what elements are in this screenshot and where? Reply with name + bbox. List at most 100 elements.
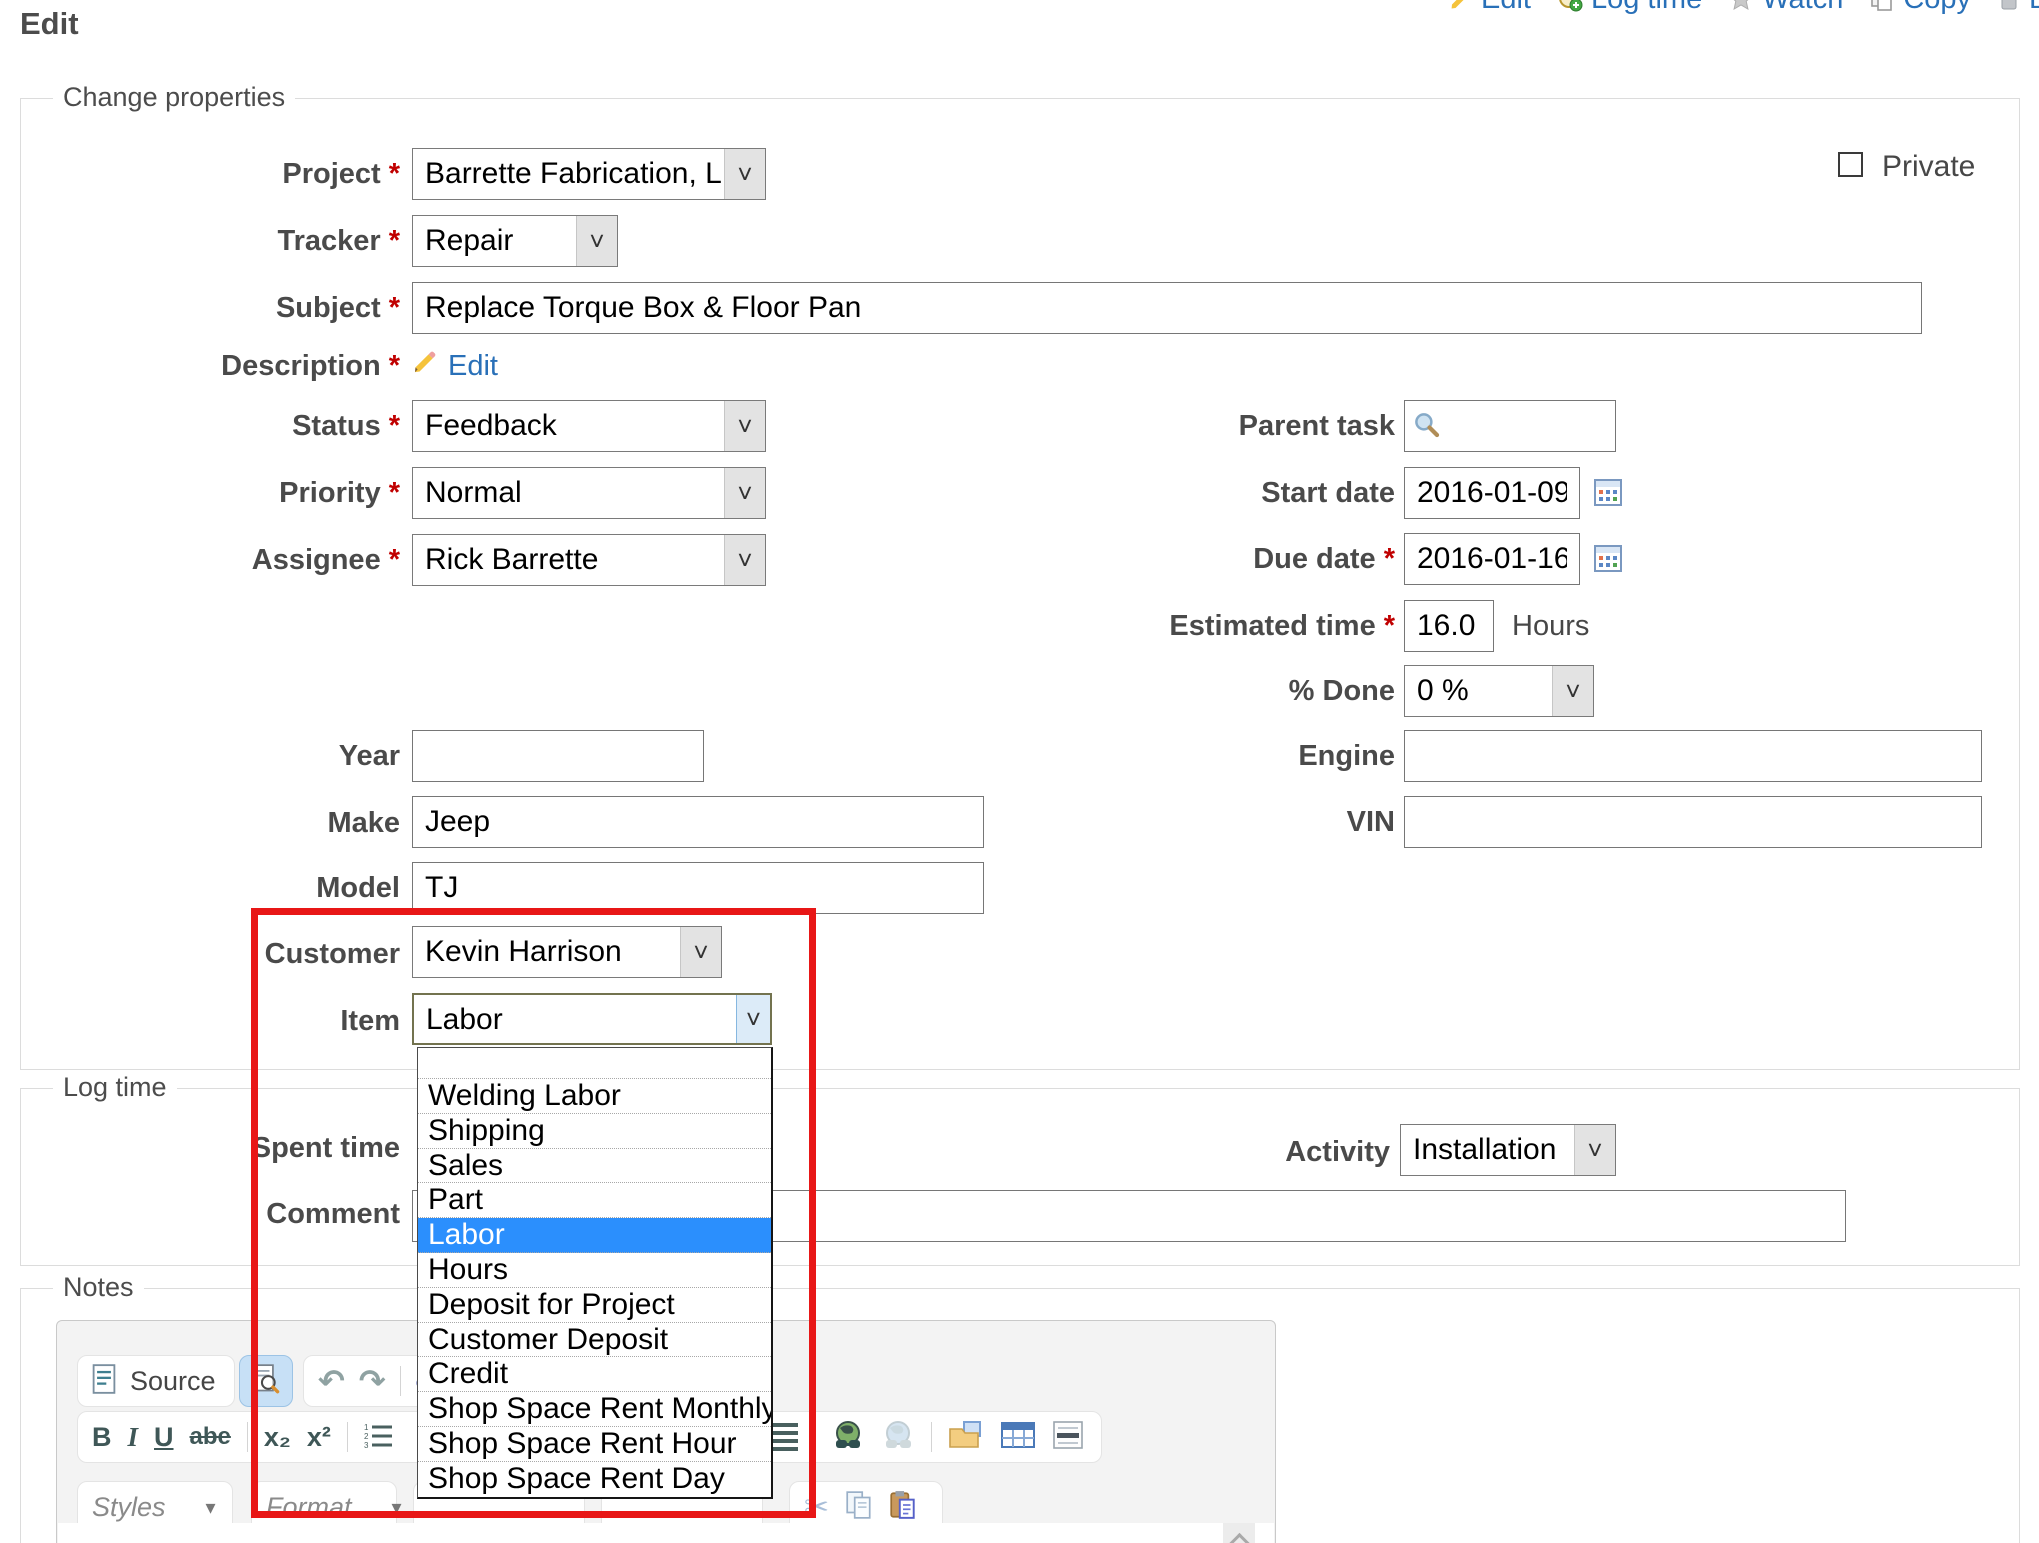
project-label: Project*	[20, 158, 400, 191]
edit-action-link[interactable]: Edit	[1449, 0, 1531, 16]
vin-input[interactable]	[1404, 796, 1982, 848]
copy-pale-icon[interactable]	[845, 1490, 873, 1525]
unlink-icon[interactable]	[881, 1420, 915, 1455]
estimated-time-input[interactable]	[1404, 600, 1494, 652]
dropdown-option[interactable]: Hours	[418, 1253, 771, 1288]
trash-icon	[1997, 0, 2021, 12]
toolbar-divider	[400, 1366, 401, 1396]
percent-done-label: % Done	[995, 675, 1395, 708]
dropdown-option[interactable]: Welding Labor	[418, 1079, 771, 1114]
copy-action-link[interactable]: Copy	[1869, 0, 1971, 16]
numbered-list-icon[interactable]: 123	[364, 1422, 394, 1453]
delete-action-link[interactable]: Delete	[1997, 0, 2039, 16]
subject-label: Subject*	[20, 292, 400, 325]
start-date-input[interactable]	[1404, 467, 1580, 519]
spent-time-label: Spent time	[20, 1132, 400, 1165]
chevron-down-icon: ˅	[724, 468, 765, 518]
estimated-time-suffix: Hours	[1512, 610, 1589, 643]
engine-label: Engine	[995, 740, 1395, 773]
editor-content-area[interactable]	[58, 1523, 1274, 1543]
description-label: Description*	[20, 350, 400, 383]
customer-select[interactable]: Kevin Harrison ˅	[412, 926, 722, 978]
document-preview-button[interactable]	[239, 1355, 293, 1407]
toolbar-divider	[347, 1422, 348, 1452]
bold-button[interactable]: B	[92, 1424, 112, 1451]
make-input[interactable]	[412, 796, 984, 848]
redo-icon[interactable]: ↷	[359, 1365, 386, 1397]
dropdown-option-selected[interactable]: Labor	[418, 1218, 771, 1253]
watch-action-link[interactable]: Watch	[1728, 0, 1843, 16]
item-label: Item	[20, 1005, 400, 1038]
start-date-label: Start date	[995, 477, 1395, 510]
chevron-down-icon: ˅	[680, 927, 721, 977]
dropdown-option[interactable]	[418, 1048, 771, 1079]
dropdown-option[interactable]: Shop Space Rent Hour	[418, 1427, 771, 1462]
dropdown-option[interactable]: Shop Space Rent Monthly	[418, 1392, 771, 1427]
toolbar-collapse-button[interactable]	[1223, 1523, 1255, 1543]
item-select[interactable]: Labor ˅	[412, 993, 772, 1045]
underline-button[interactable]: U	[154, 1424, 174, 1451]
status-select[interactable]: Feedback ˅	[412, 400, 766, 452]
issue-edit-page: Edit Log time Watch Copy Delete	[0, 0, 2039, 1543]
year-input[interactable]	[412, 730, 704, 782]
document-magnifier-icon	[252, 1364, 280, 1399]
engine-input[interactable]	[1404, 730, 1982, 782]
private-checkbox[interactable]	[1838, 152, 1863, 177]
change-properties-legend: Change properties	[53, 82, 295, 113]
chevron-down-icon: ˅	[1552, 666, 1593, 716]
assignee-select[interactable]: Rick Barrette ˅	[412, 534, 766, 586]
source-button[interactable]: Source	[77, 1355, 235, 1407]
item-dropdown-list: Welding Labor Shipping Sales Part Labor …	[417, 1047, 773, 1499]
horizontal-rule-icon[interactable]	[1052, 1420, 1084, 1455]
dropdown-option[interactable]: Shipping	[418, 1114, 771, 1149]
link-icon[interactable]	[831, 1420, 865, 1455]
toolbar-divider	[931, 1422, 932, 1452]
project-select[interactable]: Barrette Fabrication, LLC ˅	[412, 148, 766, 200]
priority-label: Priority*	[20, 477, 400, 510]
table-icon[interactable]	[1000, 1420, 1036, 1455]
notes-legend: Notes	[53, 1272, 144, 1303]
calendar-icon[interactable]	[1592, 476, 1624, 513]
dropdown-option[interactable]: Deposit for Project	[418, 1288, 771, 1323]
activity-label: Activity	[990, 1136, 1390, 1169]
subject-input[interactable]	[412, 282, 1922, 334]
toolbar-divider	[814, 1422, 815, 1452]
percent-done-select[interactable]: 0 % ˅	[1404, 665, 1594, 717]
parent-task-label: Parent task	[995, 410, 1395, 443]
italic-button[interactable]: I	[128, 1424, 139, 1451]
due-date-input[interactable]	[1404, 533, 1580, 585]
cut-icon[interactable]: ✂	[804, 1490, 829, 1525]
tracker-label: Tracker*	[20, 225, 400, 258]
copy-icon	[1869, 0, 1895, 12]
model-input[interactable]	[412, 862, 984, 914]
svg-text:3: 3	[364, 1441, 369, 1448]
dropdown-option[interactable]: Customer Deposit	[418, 1323, 771, 1358]
comment-label: Comment	[20, 1198, 400, 1231]
dropdown-option[interactable]: Credit	[418, 1357, 771, 1392]
assignee-label: Assignee*	[20, 544, 400, 577]
description-edit-link[interactable]: Edit	[448, 350, 498, 383]
superscript-button[interactable]: x²	[307, 1424, 331, 1451]
dropdown-option[interactable]: Shop Space Rent Day	[418, 1462, 771, 1497]
strikethrough-button[interactable]: abe	[190, 1425, 231, 1449]
estimated-time-label: Estimated time*	[995, 610, 1395, 643]
tracker-select[interactable]: Repair ˅	[412, 215, 618, 267]
contextual-action-bar: Edit Log time Watch Copy Delete	[1449, 0, 2039, 19]
svg-text:1: 1	[364, 1423, 369, 1432]
activity-select[interactable]: Installation ˅	[1400, 1124, 1616, 1176]
chevron-down-icon: ˅	[576, 216, 617, 266]
dropdown-option[interactable]: Part	[418, 1183, 771, 1218]
log-time-action-link[interactable]: Log time	[1557, 0, 1702, 16]
undo-icon[interactable]: ↶	[318, 1365, 345, 1397]
year-label: Year	[20, 740, 400, 773]
priority-select[interactable]: Normal ˅	[412, 467, 766, 519]
image-icon[interactable]	[948, 1420, 984, 1455]
dropdown-option[interactable]: Sales	[418, 1149, 771, 1184]
search-icon	[1412, 410, 1442, 445]
subscript-button[interactable]: x₂	[264, 1424, 291, 1451]
justify-block-icon[interactable]	[770, 1423, 798, 1451]
customer-label: Customer	[20, 938, 400, 971]
calendar-icon[interactable]	[1592, 542, 1624, 579]
chevron-up-icon	[1228, 1533, 1249, 1543]
paste-icon[interactable]	[889, 1490, 917, 1525]
